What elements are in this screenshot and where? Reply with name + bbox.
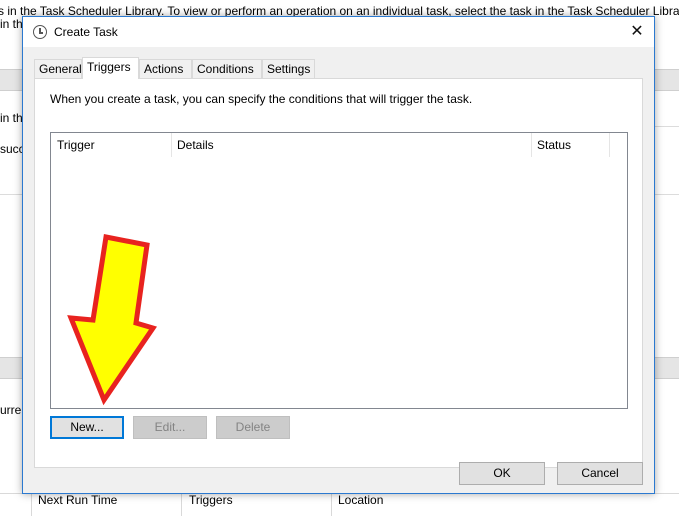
column-separator [331, 494, 332, 516]
tab-conditions[interactable]: Conditions [192, 59, 262, 78]
background-text-in-th: in th [0, 111, 23, 125]
dialog-title: Create Task [54, 25, 118, 39]
tab-settings[interactable]: Settings [262, 59, 315, 78]
column-location[interactable]: Location [338, 494, 383, 516]
clock-icon [33, 25, 47, 39]
triggers-intro-text: When you create a task, you can specify … [50, 92, 473, 106]
background-text-succ: succ [0, 142, 25, 156]
column-details[interactable]: Details [171, 133, 531, 157]
edit-trigger-button[interactable]: Edit... [133, 416, 207, 439]
triggers-list-header: Trigger Details Status [51, 133, 627, 157]
column-separator [181, 494, 182, 516]
tab-triggers[interactable]: Triggers [82, 57, 139, 79]
close-button[interactable]: ✕ [620, 17, 654, 47]
ok-button[interactable]: OK [459, 462, 545, 485]
dialog-titlebar[interactable]: Create Task ✕ [23, 17, 654, 47]
background-task-columns: Next Run Time Triggers Location [0, 493, 679, 516]
column-triggers[interactable]: Triggers [189, 494, 233, 516]
create-task-dialog: Create Task ✕ General Triggers Actions C… [22, 16, 655, 494]
triggers-tab-panel: When you create a task, you can specify … [34, 78, 643, 468]
column-separator [609, 133, 610, 157]
tab-general[interactable]: General [34, 59, 82, 78]
delete-trigger-button[interactable]: Delete [216, 416, 290, 439]
tab-actions[interactable]: Actions [139, 59, 192, 78]
background-text-line2: in th [0, 17, 23, 31]
column-separator [31, 494, 32, 516]
column-trigger[interactable]: Trigger [51, 133, 171, 157]
column-status[interactable]: Status [531, 133, 609, 157]
background-divider-right [655, 126, 679, 127]
cancel-button[interactable]: Cancel [557, 462, 643, 485]
column-next-run-time[interactable]: Next Run Time [38, 494, 117, 516]
triggers-list[interactable]: Trigger Details Status [50, 132, 628, 409]
new-trigger-button[interactable]: New... [50, 416, 124, 439]
